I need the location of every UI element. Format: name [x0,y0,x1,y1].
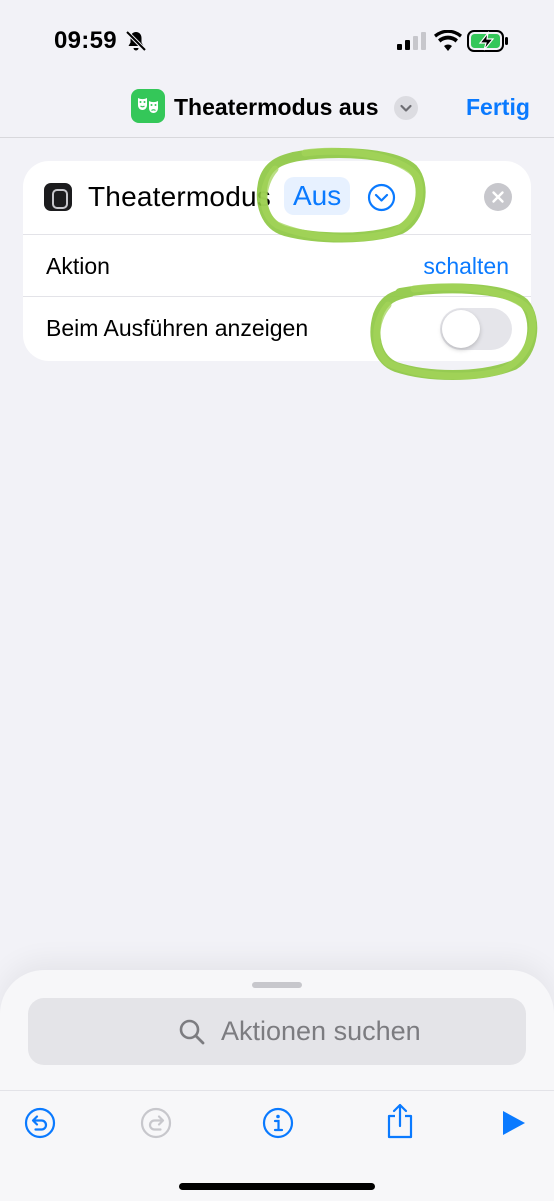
nav-bar: Theatermodus aus Fertig [0,78,554,138]
play-icon[interactable] [498,1107,530,1139]
status-time: 09:59 [54,27,117,54]
chevron-circle-down-icon[interactable] [367,183,396,212]
status-bar: 09:59 [0,0,554,78]
cellular-signal-icon [397,32,426,50]
search-placeholder: Aktionen suchen [221,1016,421,1046]
row-show-when-run: Beim Ausführen anzeigen [23,297,531,359]
action-header: Theatermodus Aus [23,161,531,235]
search-actions-field[interactable]: Aktionen suchen [28,998,526,1065]
remove-action-button[interactable] [484,183,512,211]
wifi-icon [434,30,462,51]
undo-icon[interactable] [24,1107,56,1139]
action-card: Theatermodus Aus Aktion schalten Beim Au… [23,161,531,361]
row-label: Aktion [46,253,110,279]
show-when-run-toggle[interactable] [440,308,512,350]
action-title: Theatermodus [88,181,271,212]
redo-icon[interactable] [140,1107,172,1139]
share-icon[interactable] [384,1103,416,1139]
chevron-down-icon[interactable] [394,96,418,120]
parameter-value-aus[interactable]: Aus [284,177,351,215]
bottom-sheet: Aktionen suchen [0,970,554,1201]
battery-charging-icon [467,30,508,52]
search-icon [179,1019,205,1045]
info-icon[interactable] [262,1107,294,1139]
bell-slash-icon [125,30,147,52]
sheet-grabber[interactable] [252,982,302,988]
aktion-value-link[interactable]: schalten [423,253,509,280]
watch-icon [44,183,72,211]
shortcut-title[interactable]: Theatermodus aus [174,94,379,121]
home-indicator [179,1183,375,1190]
done-button[interactable]: Fertig [466,94,530,121]
toggle-knob [442,310,480,348]
row-label: Beim Ausführen anzeigen [46,315,309,341]
row-aktion: Aktion schalten [23,235,531,297]
theater-masks-icon[interactable] [131,89,165,123]
